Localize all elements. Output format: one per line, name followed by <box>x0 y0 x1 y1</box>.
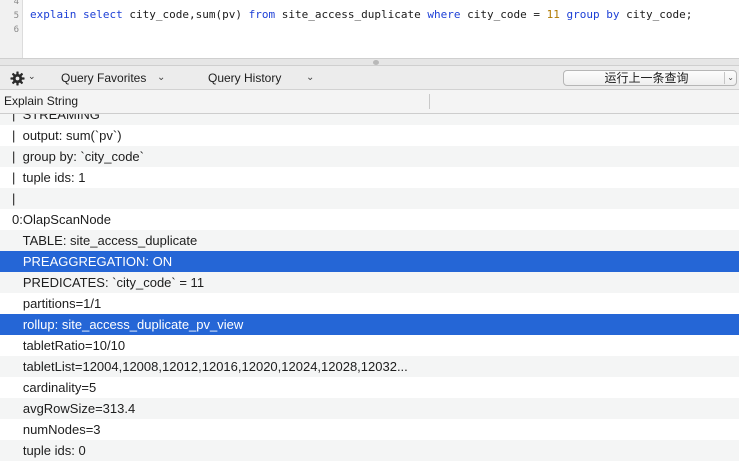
row-text: | group by: `city_code` <box>12 149 144 164</box>
table-row[interactable]: rollup: site_access_duplicate_pv_view <box>0 314 739 335</box>
row-text: tabletList=12004,12008,12012,12016,12020… <box>12 359 408 374</box>
sql-keyword: explain <box>30 8 77 21</box>
query-favorites-menu[interactable]: Query Favorites ⌄ <box>61 69 171 87</box>
row-text: TABLE: site_access_duplicate <box>12 233 198 248</box>
line-number: 5 <box>13 11 19 21</box>
row-text: numNodes=3 <box>12 422 101 437</box>
sql-group-field: city_code; <box>626 8 693 21</box>
sql-keyword: from <box>248 8 276 21</box>
table-row[interactable]: tuple ids: 0 <box>0 440 739 461</box>
row-text: tabletRatio=10/10 <box>12 338 126 353</box>
button-divider <box>724 72 725 84</box>
row-text: | output: sum(`pv`) <box>12 128 122 143</box>
sql-editor[interactable]: 4 5 6 explain select city_code,sum(pv) f… <box>0 0 739 58</box>
row-text: partitions=1/1 <box>12 296 102 311</box>
sql-table: site_access_duplicate <box>281 8 421 21</box>
sql-keyword: select <box>82 8 123 21</box>
table-row[interactable]: | tuple ids: 1 <box>0 167 739 188</box>
sql-keyword: by <box>606 8 620 21</box>
gear-icon <box>10 71 25 86</box>
query-toolbar: ⌄ Query Favorites ⌄ Query History ⌄ 运行上一… <box>0 66 739 90</box>
table-row[interactable]: | group by: `city_code` <box>0 146 739 167</box>
run-previous-query-button[interactable]: 运行上一条查询 ⌄ <box>563 70 737 86</box>
sql-keyword: group <box>566 8 600 21</box>
sql-keyword: where <box>427 8 461 21</box>
line-number-gutter: 4 5 6 <box>0 0 23 58</box>
table-row[interactable]: tabletRatio=10/10 <box>0 335 739 356</box>
table-row[interactable]: cardinality=5 <box>0 377 739 398</box>
results-table: | STREAMING | output: sum(`pv`) | group by… <box>0 104 739 461</box>
line-number: 4 <box>13 0 19 7</box>
splitter-grip-icon[interactable] <box>373 60 379 65</box>
chevron-down-icon: ⌄ <box>28 71 36 81</box>
table-row[interactable]: numNodes=3 <box>0 419 739 440</box>
table-row[interactable]: 0:OlapScanNode <box>0 209 739 230</box>
chevron-down-icon[interactable]: ⌄ <box>727 71 734 85</box>
query-history-label: Query History <box>208 71 282 85</box>
pane-splitter[interactable] <box>0 58 739 66</box>
row-text: avgRowSize=313.4 <box>12 401 136 416</box>
row-text: | <box>12 191 16 206</box>
sql-query-line[interactable]: explain select city_code,sum(pv) from si… <box>30 8 692 22</box>
sql-fields: city_code,sum(pv) <box>129 8 242 21</box>
column-separator[interactable] <box>429 94 430 109</box>
table-row[interactable]: | <box>0 188 739 209</box>
table-row[interactable]: partitions=1/1 <box>0 293 739 314</box>
line-number: 6 <box>13 25 19 35</box>
chevron-down-icon: ⌄ <box>306 72 315 83</box>
row-text: cardinality=5 <box>12 380 97 395</box>
table-row[interactable]: avgRowSize=313.4 <box>0 398 739 419</box>
table-row[interactable]: PREDICATES: `city_code` = 11 <box>0 272 739 293</box>
table-row[interactable]: | output: sum(`pv`) <box>0 125 739 146</box>
results-header: Explain String <box>0 90 739 114</box>
gear-menu-button[interactable]: ⌄ <box>8 68 38 88</box>
row-text: PREAGGREGATION: ON <box>12 254 173 269</box>
table-row[interactable]: TABLE: site_access_duplicate <box>0 230 739 251</box>
row-text: tuple ids: 0 <box>12 443 86 458</box>
table-row[interactable]: PREAGGREGATION: ON <box>0 251 739 272</box>
sql-number: 11 <box>546 8 560 21</box>
query-history-menu[interactable]: Query History ⌄ <box>208 69 318 87</box>
run-previous-query-label: 运行上一条查询 <box>604 71 689 85</box>
row-text: PREDICATES: `city_code` = 11 <box>12 275 205 290</box>
sql-condition: city_code = <box>467 8 541 21</box>
query-favorites-label: Query Favorites <box>61 71 147 85</box>
chevron-down-icon: ⌄ <box>157 72 166 83</box>
table-row[interactable]: tabletList=12004,12008,12012,12016,12020… <box>0 356 739 377</box>
column-header-explain-string[interactable]: Explain String <box>4 90 78 113</box>
row-text: rollup: site_access_duplicate_pv_view <box>12 317 244 332</box>
row-text: | tuple ids: 1 <box>12 170 86 185</box>
row-text: 0:OlapScanNode <box>12 212 112 227</box>
